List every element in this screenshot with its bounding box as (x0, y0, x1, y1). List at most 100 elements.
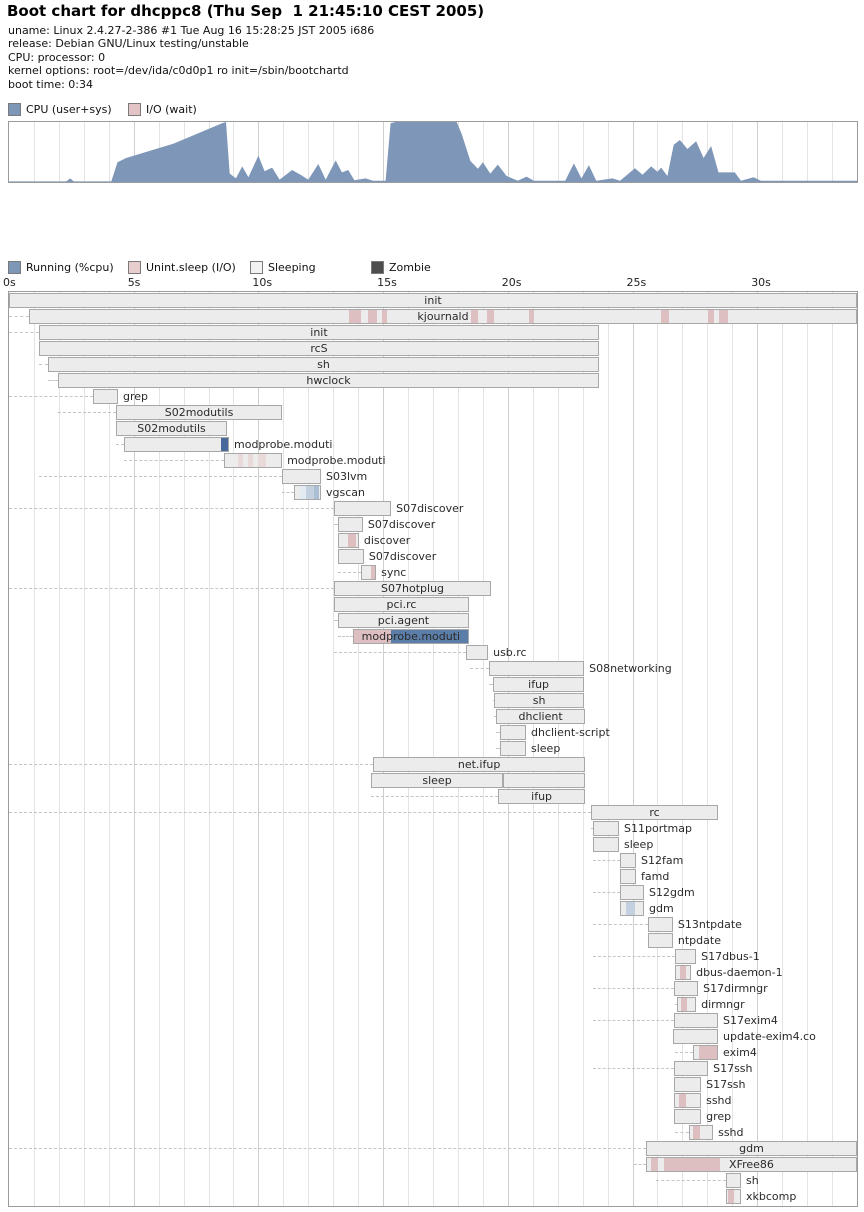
process-bar (489, 661, 584, 676)
process-label: famd (641, 869, 669, 884)
axis-tick-label: 5s (128, 276, 141, 289)
connector-line (470, 668, 489, 669)
process-label: modprobe.moduti (353, 629, 469, 644)
page-title: Boot chart for dhcppc8 (Thu Sep 1 21:45:… (7, 2, 484, 20)
connector-line (338, 572, 361, 573)
grid-line (832, 292, 833, 1206)
process-label: sshd (718, 1125, 743, 1140)
process-gantt-chart: initkjournaldinitrcSshhwclockgrepS02modu… (8, 291, 858, 1207)
proc-legend-label: Sleeping (268, 261, 316, 274)
process-label: pci.rc (334, 597, 469, 612)
process-label: S11portmap (624, 821, 692, 836)
process-bar (674, 1109, 701, 1124)
connector-line (9, 316, 29, 317)
process-label: vgscan (326, 485, 365, 500)
process-bar (674, 1077, 701, 1092)
process-label: sleep (624, 837, 653, 852)
connector-line (634, 1164, 646, 1165)
process-label: S07hotplug (334, 581, 491, 596)
process-label: hwclock (58, 373, 599, 388)
grid-line (782, 292, 783, 1206)
proc-legend-swatch (250, 261, 263, 274)
axis-tick-label: 0s (3, 276, 16, 289)
process-bar (500, 725, 526, 740)
process-bar (620, 869, 636, 884)
connector-line (58, 412, 116, 413)
connector-line (675, 1052, 693, 1053)
grid-line (358, 292, 359, 1206)
process-label: discover (364, 533, 410, 548)
process-label: S07discover (368, 517, 435, 532)
process-label: exim4 (723, 1045, 757, 1060)
info-uname: uname: Linux 2.4.27-2-386 #1 Tue Aug 16 … (8, 24, 374, 37)
connector-line (124, 460, 224, 461)
process-bar (726, 1173, 741, 1188)
process-label: S17dirmngr (703, 981, 768, 996)
grid-line (433, 292, 434, 1206)
process-bar (674, 1093, 701, 1108)
axis-tick-label: 30s (751, 276, 771, 289)
process-label: gdm (646, 1141, 857, 1156)
process-label: net.ifup (373, 757, 585, 772)
pale3-segment (314, 486, 319, 499)
grid-line (258, 292, 259, 1206)
process-bar (689, 1125, 713, 1140)
proc-legend-item: Unint.sleep (I/O) (128, 261, 236, 274)
proc-legend-item: Zombie (371, 261, 431, 274)
process-bar (466, 645, 488, 660)
connector-line (593, 860, 620, 861)
connector-line (9, 1148, 646, 1149)
proc-legend-swatch (8, 261, 21, 274)
proc-legend-item: Sleeping (250, 261, 316, 274)
grid-line (308, 292, 309, 1206)
connector-line (48, 380, 58, 381)
process-bar (294, 485, 321, 500)
process-label: usb.rc (493, 645, 527, 660)
io-segment (371, 566, 376, 579)
process-bar (503, 773, 585, 788)
process-bar (726, 1189, 741, 1204)
cpu-legend-swatch (128, 103, 141, 116)
connector-line (9, 588, 334, 589)
connector-line (593, 924, 648, 925)
process-label: sh (746, 1173, 759, 1188)
proc-legend-item: Running (%cpu) (8, 261, 114, 274)
process-bar (675, 949, 696, 964)
grid-line (807, 292, 808, 1206)
cpu-legend-label: CPU (user+sys) (26, 103, 112, 116)
axis-tick-label: 20s (502, 276, 522, 289)
grid-line (483, 292, 484, 1206)
connector-line (656, 1180, 726, 1181)
grid-line (458, 292, 459, 1206)
process-label: sh (48, 357, 599, 372)
connector-line (39, 364, 48, 365)
process-label: ifup (498, 789, 585, 804)
info-boot-time: boot time: 0:34 (8, 78, 374, 91)
process-label: xkbcomp (746, 1189, 796, 1204)
connector-line (9, 764, 373, 765)
bootchart-page: Boot chart for dhcppc8 (Thu Sep 1 21:45:… (0, 0, 864, 1212)
proc-legend-label: Unint.sleep (I/O) (146, 261, 236, 274)
io-light-segment (248, 454, 253, 467)
proc-legend-label: Zombie (389, 261, 431, 274)
cpu-area-plot (9, 122, 857, 182)
process-label: dirmngr (701, 997, 745, 1012)
pale2-segment (306, 486, 314, 499)
process-label: S12gdm (649, 885, 695, 900)
process-label: init (9, 293, 857, 308)
process-bar (282, 469, 321, 484)
process-label: gdm (649, 901, 674, 916)
process-label: S07discover (369, 549, 436, 564)
grid-line (233, 292, 234, 1206)
process-bar (338, 549, 364, 564)
grid-line (283, 292, 284, 1206)
cpu-legend-label: I/O (wait) (146, 103, 197, 116)
connector-line (39, 476, 282, 477)
proc-legend-label: Running (%cpu) (26, 261, 114, 274)
process-bar (677, 997, 696, 1012)
process-label: rcS (39, 341, 599, 356)
pale2-segment (626, 902, 635, 915)
proc-legend-swatch (128, 261, 141, 274)
connector-line (9, 396, 93, 397)
process-bar (334, 501, 391, 516)
